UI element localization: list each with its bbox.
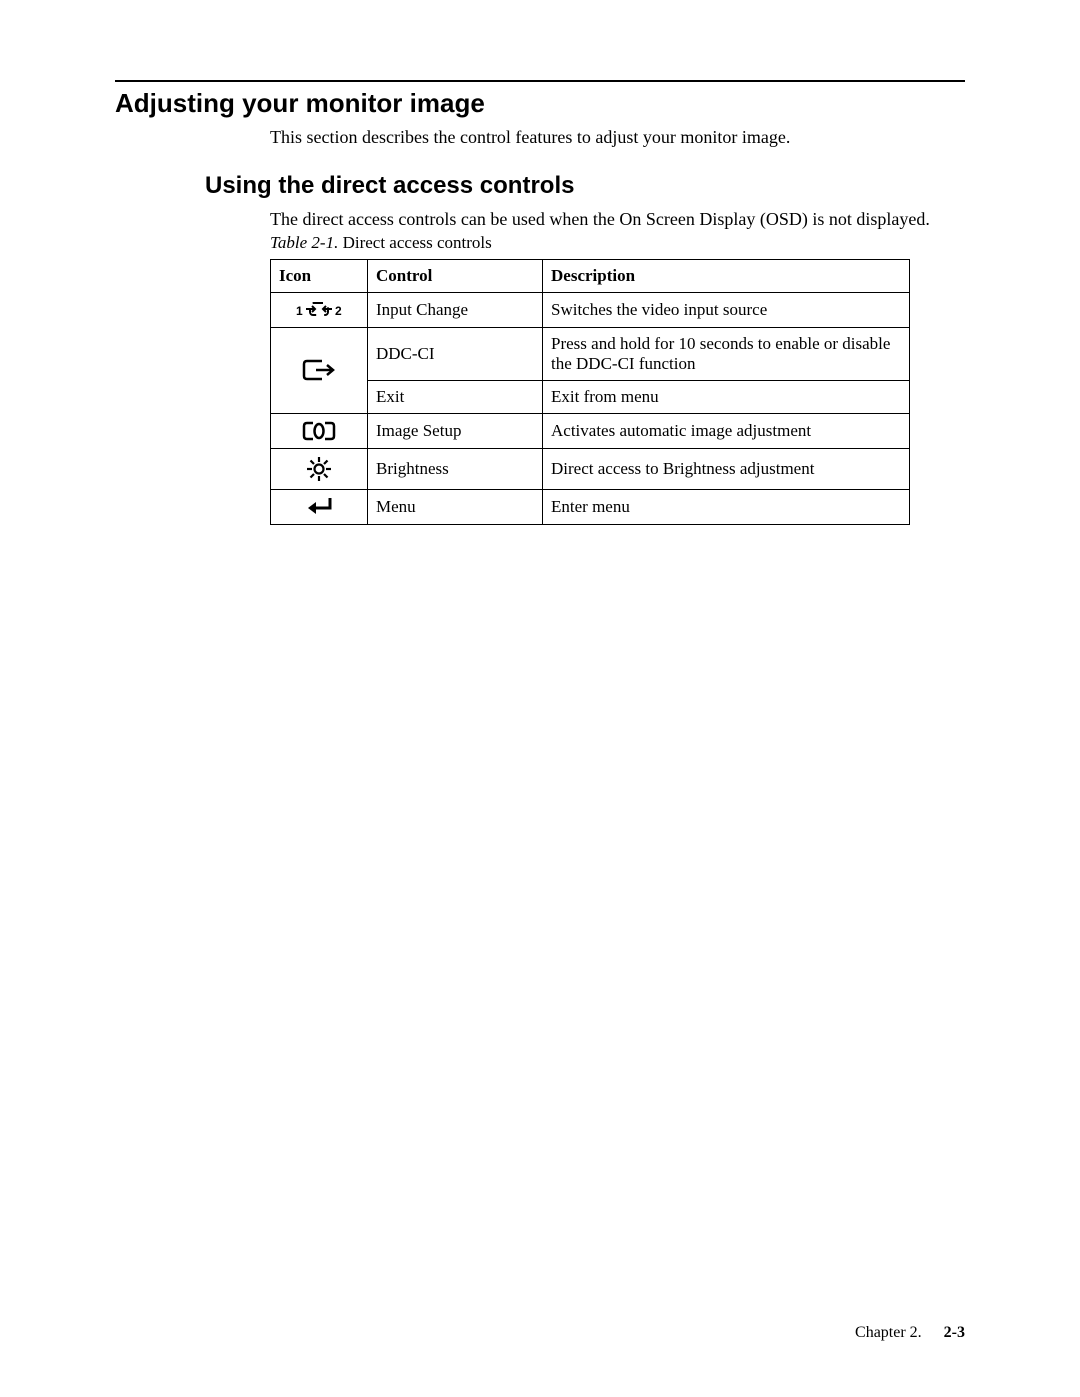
cell-control: Menu bbox=[368, 489, 543, 524]
table-row: Brightness Direct access to Brightness a… bbox=[271, 448, 910, 489]
brightness-icon bbox=[279, 455, 359, 483]
input-change-icon: 1 2 bbox=[279, 299, 359, 321]
cell-control: Image Setup bbox=[368, 413, 543, 448]
page-footer: Chapter 2. 2-3 bbox=[855, 1324, 965, 1342]
col-header-icon: Icon bbox=[271, 259, 368, 292]
exit-icon bbox=[279, 358, 359, 382]
cell-control: Input Change bbox=[368, 292, 543, 327]
cell-description: Exit from menu bbox=[543, 380, 910, 413]
cell-control: Exit bbox=[368, 380, 543, 413]
table-row: Menu Enter menu bbox=[271, 489, 910, 524]
cell-description: Enter menu bbox=[543, 489, 910, 524]
direct-access-controls-table: Icon Control Description 1 bbox=[270, 259, 910, 525]
footer-page-number: 2-3 bbox=[944, 1324, 965, 1341]
table-row: Image Setup Activates automatic image ad… bbox=[271, 413, 910, 448]
intro-paragraph: This section describes the control featu… bbox=[270, 127, 965, 148]
footer-chapter: Chapter 2. bbox=[855, 1324, 922, 1341]
cell-control: DDC-CI bbox=[368, 327, 543, 380]
section-rule bbox=[115, 80, 965, 82]
table-caption: Table 2-1. Direct access controls bbox=[270, 233, 965, 253]
menu-icon bbox=[279, 496, 359, 518]
heading-sub: Using the direct access controls bbox=[205, 172, 965, 200]
cell-description: Press and hold for 10 seconds to enable … bbox=[543, 327, 910, 380]
svg-text:1: 1 bbox=[296, 304, 303, 318]
table-row: 1 2 Input Change Switches the video inpu… bbox=[271, 292, 910, 327]
table-caption-text: Direct access controls bbox=[338, 233, 491, 252]
svg-text:2: 2 bbox=[335, 304, 342, 318]
direct-access-paragraph: The direct access controls can be used w… bbox=[270, 208, 965, 231]
image-setup-icon bbox=[279, 420, 359, 442]
cell-description: Direct access to Brightness adjustment bbox=[543, 448, 910, 489]
cell-description: Switches the video input source bbox=[543, 292, 910, 327]
cell-control: Brightness bbox=[368, 448, 543, 489]
table-header-row: Icon Control Description bbox=[271, 259, 910, 292]
col-header-description: Description bbox=[543, 259, 910, 292]
table-row: DDC-CI Press and hold for 10 seconds to … bbox=[271, 327, 910, 380]
col-header-control: Control bbox=[368, 259, 543, 292]
heading-main: Adjusting your monitor image bbox=[115, 88, 965, 119]
table-caption-label: Table 2-1. bbox=[270, 233, 338, 252]
cell-description: Activates automatic image adjustment bbox=[543, 413, 910, 448]
